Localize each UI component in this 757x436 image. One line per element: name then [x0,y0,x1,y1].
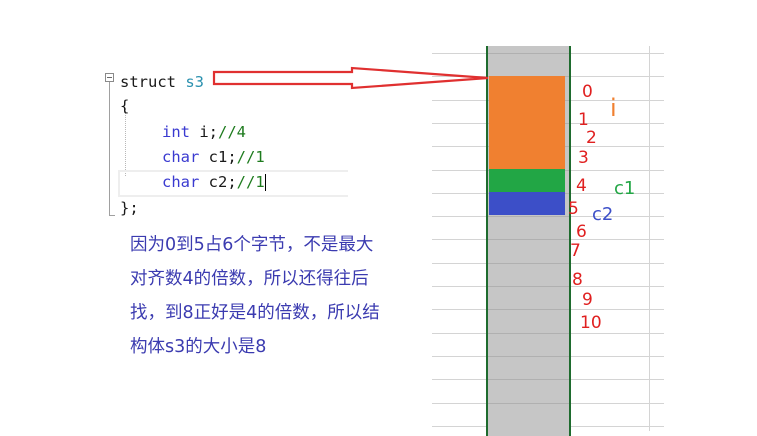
arrow-shape [212,66,489,90]
pointer-arrow [212,66,489,90]
